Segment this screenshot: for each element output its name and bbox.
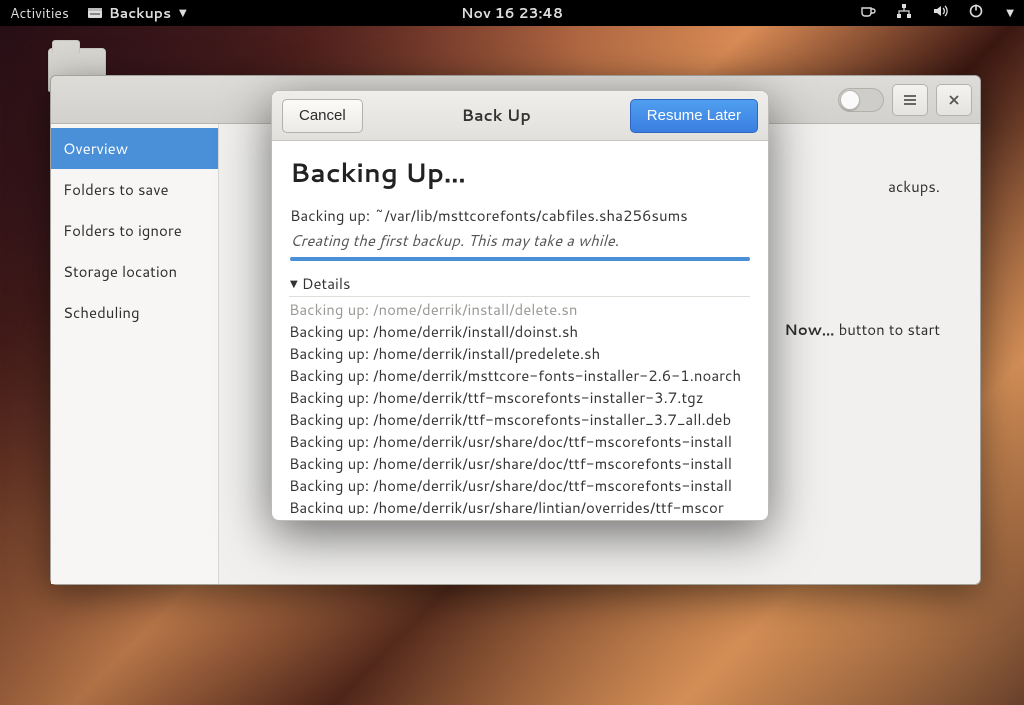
chevron-down-icon: ▼ [290, 277, 298, 291]
current-file-status: Backing up: ~/var/lib/msttcorefonts/cabf… [290, 205, 750, 226]
log-line: Backing up: /home/derrik/ttf-mscorefonts… [289, 409, 750, 431]
modal-layer: Cancel Back Up Resume Later Backing Up… … [0, 0, 1024, 705]
dialog-title: Back Up [462, 104, 531, 127]
log-line: Backing up: /nome/derrik/install/delete.… [289, 299, 750, 321]
log-line: Backing up: /home/derrik/install/predele… [289, 343, 750, 365]
dialog-heading: Backing Up… [290, 155, 750, 191]
log-line: Backing up: /home/derrik/usr/share/doc/t… [289, 475, 750, 497]
cancel-button[interactable]: Cancel [282, 99, 363, 133]
log-line: Backing up: /home/derrik/ttf-mscorefonts… [289, 387, 750, 409]
dialog-headerbar: Cancel Back Up Resume Later [272, 91, 768, 141]
log-line: Backing up: /home/derrik/msttcore-fonts-… [289, 365, 750, 387]
progress-bar [290, 257, 750, 261]
log-line: Backing up: /home/derrik/usr/share/doc/t… [289, 453, 750, 475]
resume-later-button[interactable]: Resume Later [630, 99, 758, 133]
log-line: Backing up: /home/derrik/usr/share/doc/t… [289, 431, 750, 453]
details-expander[interactable]: ▼ Details [290, 273, 750, 294]
status-subline: Creating the first backup. This may take… [290, 230, 750, 251]
details-label: Details [302, 273, 351, 294]
log-line: Backing up: /home/derrik/usr/share/linti… [289, 497, 750, 514]
log-line: Backing up: /home/derrik/install/doinst.… [289, 321, 750, 343]
backup-progress-dialog: Cancel Back Up Resume Later Backing Up… … [271, 90, 769, 521]
backup-log: Backing up: /nome/derrik/install/delete.… [289, 296, 750, 514]
